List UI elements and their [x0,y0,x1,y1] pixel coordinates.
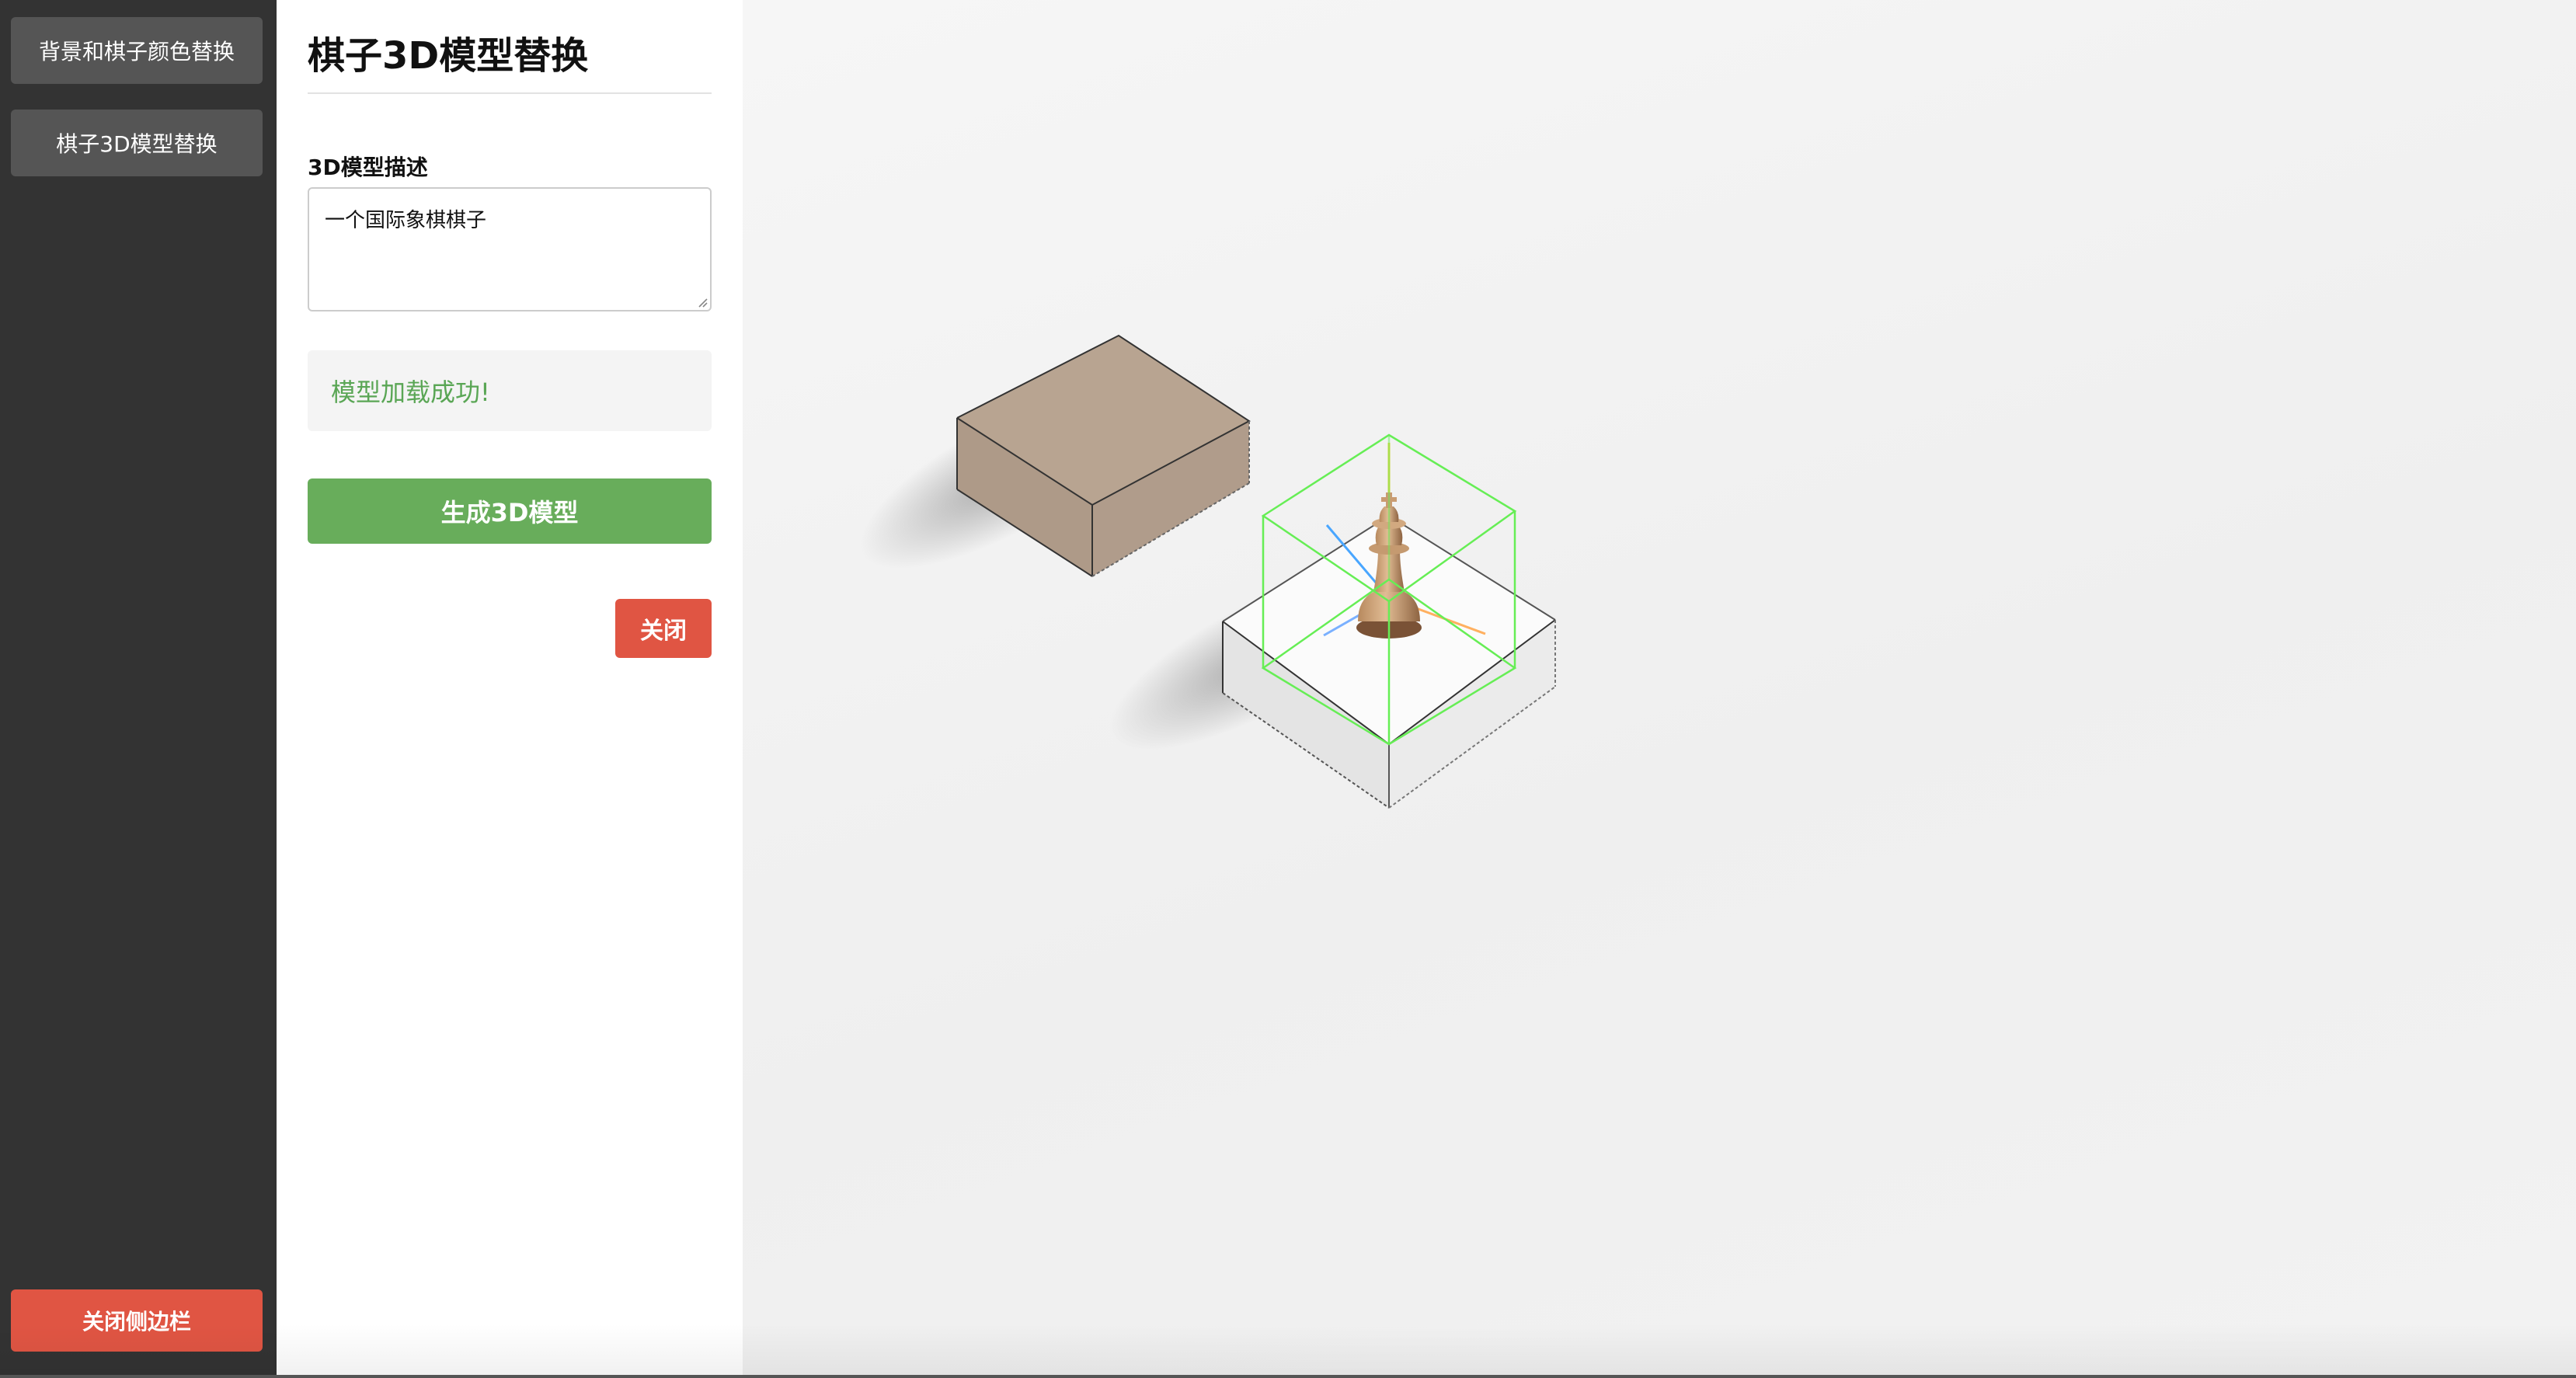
model-panel: 棋子3D模型替换 3D模型描述 一个国际象棋棋子 模型加载成功! 生成3D模型 … [277,0,743,1378]
close-panel-button[interactable]: 关闭 [615,599,712,658]
white-cube[interactable] [1086,514,1556,809]
model-description-input[interactable]: 一个国际象棋棋子 [308,187,712,311]
description-label: 3D模型描述 [308,155,428,180]
sidebar: 背景和棋子颜色替换 棋子3D模型替换 关闭侧边栏 [0,0,277,1378]
close-sidebar-button[interactable]: 关闭侧边栏 [11,1289,263,1352]
status-text: 模型加载成功! [331,378,490,407]
resize-grip-icon[interactable] [696,296,708,308]
bottom-edge [0,1375,2576,1378]
generate-model-button[interactable]: 生成3D模型 [308,478,712,544]
sidebar-item-model-replace[interactable]: 棋子3D模型替换 [11,110,263,176]
title-divider [308,92,712,94]
3d-viewport[interactable] [743,0,2576,1378]
page-title: 棋子3D模型替换 [308,34,589,78]
sidebar-item-color-replace[interactable]: 背景和棋子颜色替换 [11,17,263,84]
brown-cube[interactable] [837,334,1251,603]
status-message: 模型加载成功! [308,350,712,431]
scene-canvas[interactable] [743,0,2576,1378]
